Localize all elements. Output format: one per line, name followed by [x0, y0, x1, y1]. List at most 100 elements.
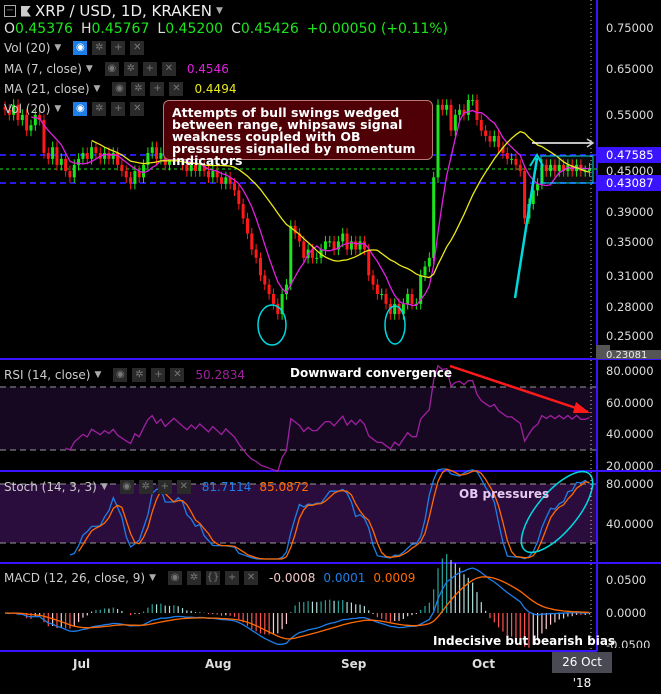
- candle-body: [479, 119, 483, 131]
- price-tick: 0.75000: [606, 21, 654, 35]
- signal-line: [4, 576, 590, 640]
- candle-body: [436, 104, 440, 178]
- plus-icon[interactable]: +: [111, 102, 126, 116]
- gear-icon[interactable]: ✲: [123, 62, 138, 76]
- symbol-title[interactable]: XRP / USD, 1D, KRAKEN: [35, 2, 212, 20]
- chevron-down-icon[interactable]: ▼: [54, 43, 61, 53]
- close-icon[interactable]: ✕: [130, 102, 145, 116]
- gear-icon[interactable]: ✲: [92, 41, 107, 55]
- candle-body: [59, 158, 63, 165]
- eye-icon[interactable]: ◉: [104, 62, 119, 76]
- indicator-label[interactable]: RSI (14, close): [4, 368, 90, 382]
- candle-body: [220, 177, 223, 184]
- rsi-value: 50.2834: [195, 368, 246, 382]
- rsi-legend: RSI (14, close) ▼ ◉ ✲ + ✕ 50.2834: [4, 368, 245, 382]
- candle-body: [510, 158, 514, 160]
- change-value: +0.00050 (+0.11%): [306, 21, 448, 37]
- rsi-tick: 20.0000: [606, 459, 654, 473]
- braces-icon[interactable]: {}: [206, 571, 221, 585]
- chevron-down-icon[interactable]: ▼: [94, 370, 101, 380]
- candle-body: [440, 104, 444, 110]
- indicator-label[interactable]: Vol (20): [4, 102, 50, 116]
- gear-icon[interactable]: ✲: [187, 571, 202, 585]
- candle-body: [371, 275, 375, 285]
- candle-body: [55, 147, 59, 165]
- time-label: Oct: [472, 657, 496, 671]
- candle-body: [150, 147, 154, 153]
- macd-tick: 0.0000: [606, 606, 647, 620]
- low-ellipse: [257, 304, 287, 346]
- indicator-label[interactable]: MA (7, close): [4, 62, 82, 76]
- eye-icon[interactable]: ◉: [73, 102, 88, 116]
- candle-body: [94, 147, 98, 153]
- price-tick: 0.28000: [606, 300, 654, 314]
- plus-icon[interactable]: +: [111, 41, 126, 55]
- candle-body: [155, 147, 159, 159]
- close-icon[interactable]: ✕: [244, 571, 259, 585]
- candle-body: [250, 233, 254, 250]
- gear-icon[interactable]: ✲: [92, 102, 107, 116]
- bottom-price-tag: 0.23081: [606, 350, 648, 359]
- eye-icon[interactable]: ◉: [119, 480, 134, 494]
- eye-icon[interactable]: ◉: [113, 368, 128, 382]
- gear-icon[interactable]: ✲: [132, 368, 147, 382]
- candle-body: [449, 104, 453, 131]
- plus-icon[interactable]: +: [142, 62, 157, 76]
- price-tick: 0.31000: [606, 269, 654, 283]
- candle-body: [90, 147, 94, 159]
- plus-icon[interactable]: +: [157, 480, 172, 494]
- candle-body: [46, 152, 50, 159]
- chevron-down-icon[interactable]: ▼: [94, 84, 101, 94]
- close-icon[interactable]: ✕: [176, 480, 191, 494]
- indicator-label[interactable]: Stoch (14, 3, 3): [4, 480, 97, 494]
- macd-tick: -0.0500: [606, 638, 651, 648]
- indicator-label[interactable]: MACD (12, 26, close, 9): [4, 571, 145, 585]
- chevron-down-icon[interactable]: ▼: [54, 104, 61, 114]
- gear-icon[interactable]: ✲: [131, 82, 146, 96]
- close-icon[interactable]: ✕: [169, 82, 184, 96]
- candle-body: [237, 190, 241, 205]
- candle-body: [358, 241, 362, 250]
- eye-icon[interactable]: ◉: [73, 41, 88, 55]
- macd-legend: MACD (12, 26, close, 9) ▼ ◉ ✲{} + ✕ -0.0008 …: [4, 571, 415, 585]
- plus-icon[interactable]: +: [151, 368, 166, 382]
- candle-body: [471, 99, 475, 101]
- ma21-value: 0.4494: [194, 82, 237, 96]
- candle-body: [375, 284, 379, 295]
- chevron-down-icon[interactable]: ▼: [216, 6, 223, 16]
- chevron-down-icon[interactable]: ▼: [101, 482, 108, 492]
- candle-body: [354, 241, 358, 250]
- candle-body: [289, 225, 293, 285]
- candle-body: [25, 114, 29, 131]
- chevron-down-icon[interactable]: ▼: [149, 573, 156, 583]
- ma7-value: 0.4546: [186, 62, 229, 76]
- candle-body: [475, 99, 479, 120]
- indicator-label[interactable]: MA (21, close): [4, 82, 90, 96]
- high-label: H: [80, 21, 92, 37]
- stoch-k-value: 81.7114: [201, 480, 252, 494]
- candle-body: [254, 249, 258, 258]
- close-icon[interactable]: ✕: [161, 62, 176, 76]
- eye-icon[interactable]: ◉: [168, 571, 183, 585]
- candle-body: [315, 257, 319, 259]
- close-icon[interactable]: ✕: [170, 368, 185, 382]
- macd-tick: 0.0500: [606, 573, 647, 587]
- close-icon[interactable]: ✕: [130, 41, 145, 55]
- consolidation-box: [540, 155, 594, 184]
- gear-icon[interactable]: ✲: [138, 480, 153, 494]
- candle-body: [29, 125, 33, 131]
- stoch-tick: 40.0000: [606, 517, 654, 531]
- candle-body: [111, 152, 115, 159]
- plus-icon[interactable]: +: [225, 571, 240, 585]
- eye-icon[interactable]: ◉: [112, 82, 127, 96]
- time-label: Aug: [205, 657, 232, 671]
- candle-body: [68, 171, 72, 178]
- candle-body: [124, 171, 128, 178]
- chevron-down-icon[interactable]: ▼: [86, 64, 93, 74]
- candle-body: [410, 294, 414, 304]
- collapse-icon[interactable]: −: [4, 5, 16, 17]
- candle-body: [341, 233, 345, 242]
- candle-body: [85, 152, 89, 159]
- indicator-label[interactable]: Vol (20): [4, 41, 50, 55]
- plus-icon[interactable]: +: [150, 82, 165, 96]
